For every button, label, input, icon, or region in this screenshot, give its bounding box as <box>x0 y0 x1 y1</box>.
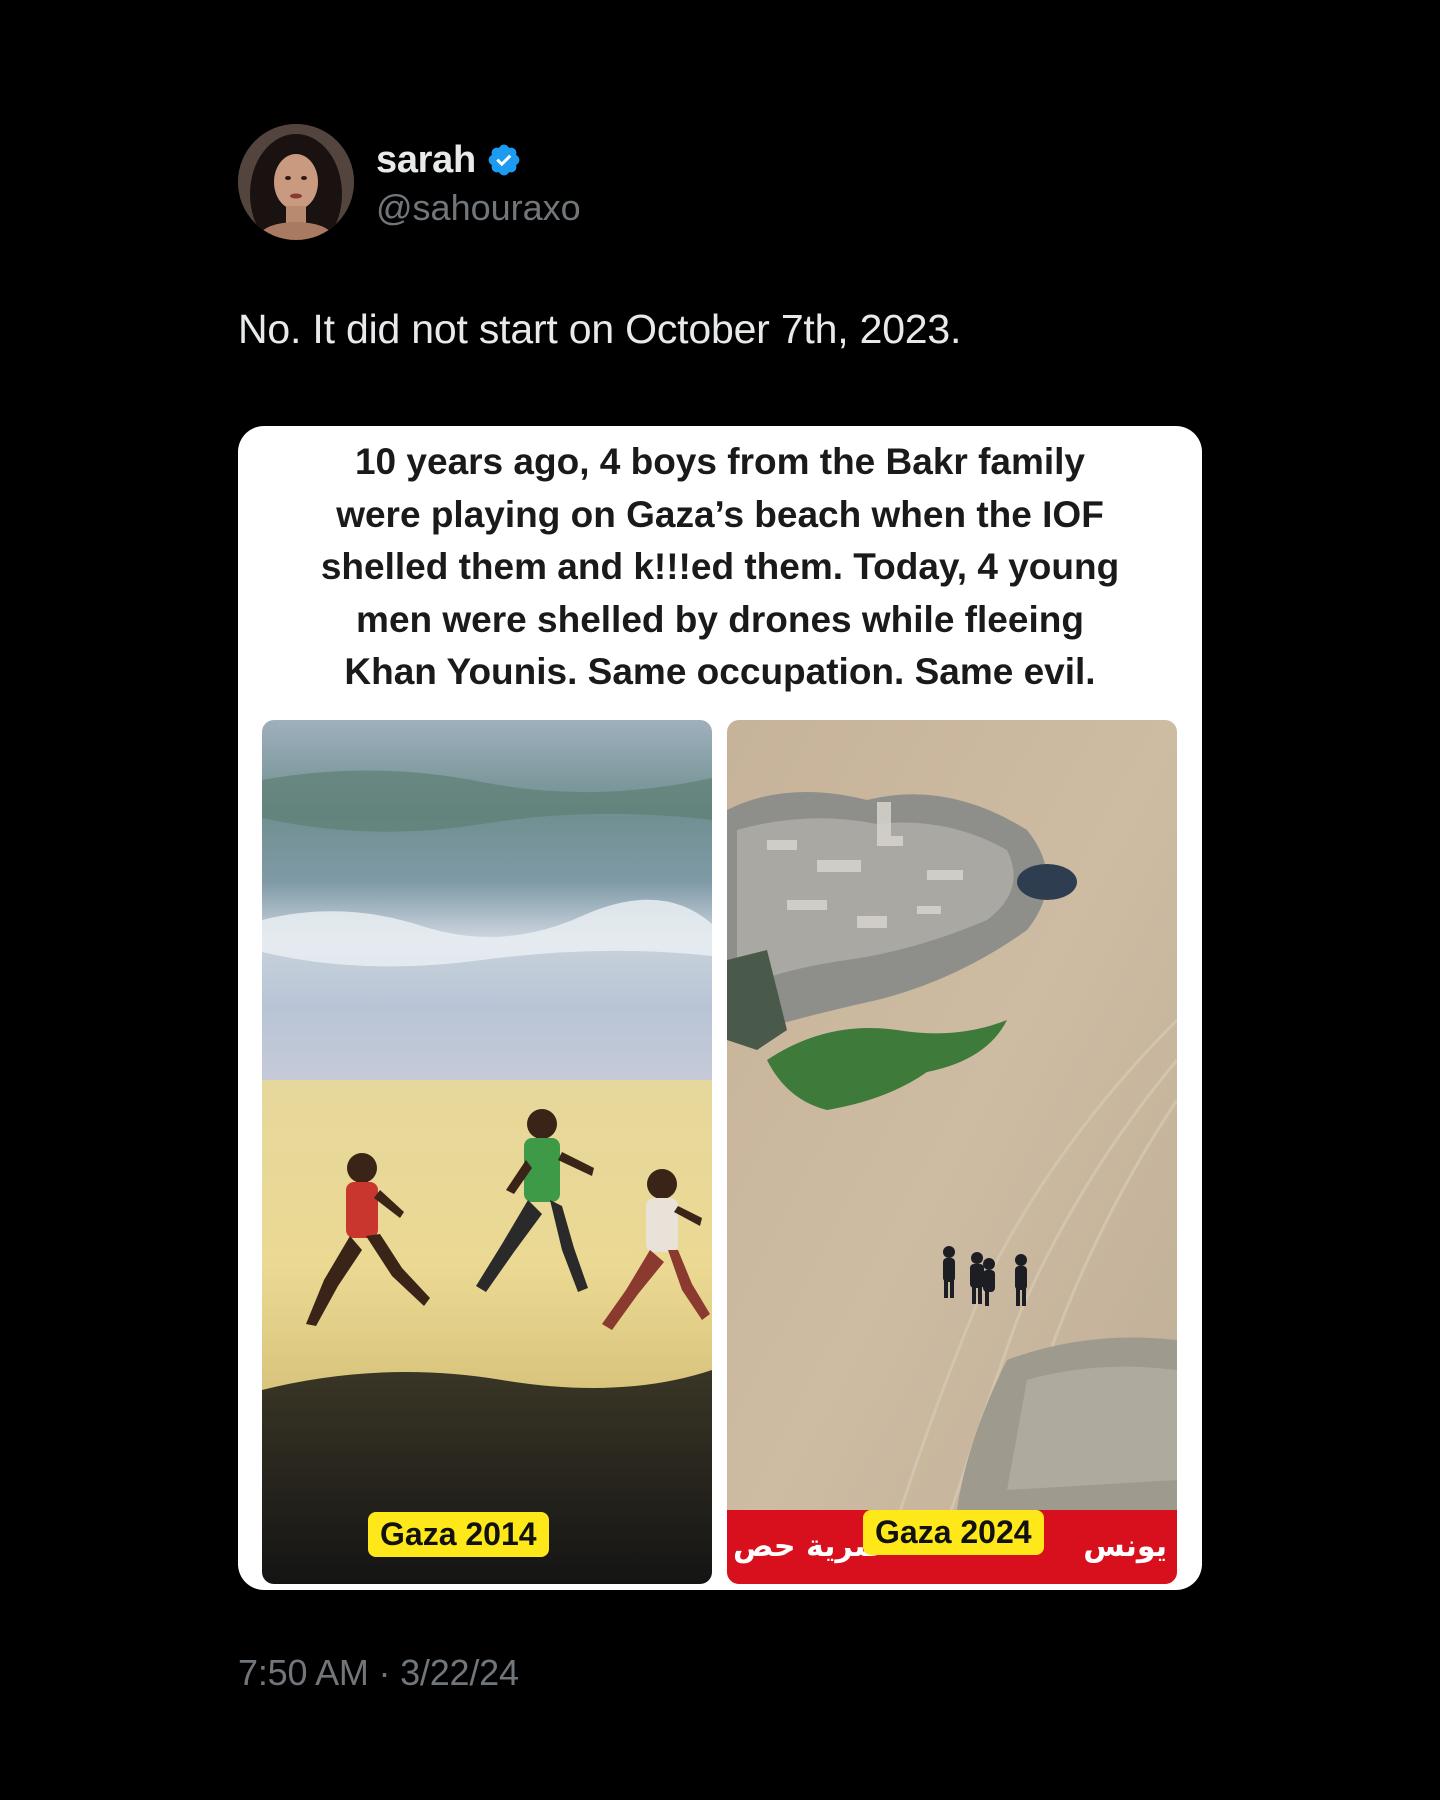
avatar[interactable] <box>238 124 354 240</box>
media-caption: 10 years ago, 4 boys from the Bakr famil… <box>258 436 1182 699</box>
year-badge-2024: Gaza 2024 <box>863 1510 1044 1555</box>
author-identity: sarah @sahouraxo <box>376 135 581 229</box>
tweet-text: No. It did not start on October 7th, 202… <box>238 306 962 352</box>
name-row: sarah <box>376 135 581 185</box>
beach-photo <box>262 720 712 1584</box>
tweet-media[interactable]: 10 years ago, 4 boys from the Bakr famil… <box>238 426 1202 1590</box>
ticker-right-text: يونس <box>1083 1529 1167 1564</box>
caption-line: 10 years ago, 4 boys from the Bakr famil… <box>354 441 1086 482</box>
caption-line: were playing on Gaza’s beach when the IO… <box>336 493 1104 535</box>
tweet-timestamp[interactable]: 7:50 AM · 3/22/24 <box>238 1652 519 1694</box>
display-name[interactable]: sarah <box>376 139 476 182</box>
profile-photo <box>238 124 354 240</box>
caption-line: shelled them and k!!!ed them. Today, 4 y… <box>320 546 1120 587</box>
author-handle[interactable]: @sahouraxo <box>376 187 581 229</box>
caption-line: men were shelled by drones while fleeing <box>356 598 1084 640</box>
verified-badge-icon <box>488 144 520 176</box>
tweet: sarah @sahouraxo No. It did not start on… <box>0 0 1440 1800</box>
tweet-header: sarah @sahouraxo <box>238 124 581 240</box>
ticker-left-text: صرية حص <box>733 1529 883 1564</box>
aerial-photo: صرية حص يونس <box>727 720 1177 1584</box>
photo-gaza-2024: صرية حص يونس Gaza 2024 <box>727 720 1177 1584</box>
year-badge-2014: Gaza 2014 <box>368 1512 549 1557</box>
photo-gaza-2014: Gaza 2014 <box>262 720 712 1584</box>
caption-line: Khan Younis. Same occupation. Same evil. <box>344 651 1096 692</box>
